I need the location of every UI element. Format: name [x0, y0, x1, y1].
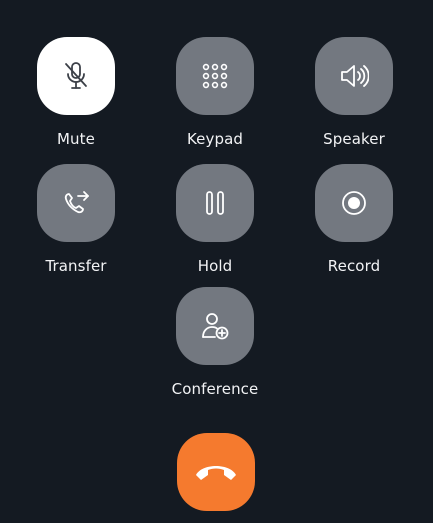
transfer-label: Transfer: [45, 257, 107, 275]
speaker-control: Speaker: [299, 37, 409, 148]
speaker-icon: [339, 63, 369, 89]
hang-up-icon: [194, 461, 238, 483]
hold-control: Hold: [160, 164, 270, 275]
mute-label: Mute: [57, 130, 95, 148]
mute-button[interactable]: [37, 37, 115, 115]
hold-label: Hold: [197, 257, 233, 275]
keypad-control: Keypad: [160, 37, 270, 148]
keypad-label: Keypad: [186, 130, 244, 148]
mic-off-icon: [63, 61, 89, 91]
transfer-control: Transfer: [21, 164, 131, 275]
record-control: Record: [299, 164, 409, 275]
pause-icon: [204, 190, 226, 216]
phone-transfer-icon: [61, 188, 91, 218]
conference-button[interactable]: [176, 287, 254, 365]
keypad-button[interactable]: [176, 37, 254, 115]
speaker-label: Speaker: [323, 130, 385, 148]
call-controls-screen: Mute Keypad Speaker Transfer Hold Record…: [0, 0, 433, 523]
record-label: Record: [327, 257, 381, 275]
record-icon: [341, 190, 367, 216]
add-person-icon: [200, 311, 230, 341]
conference-label: Conference: [171, 380, 259, 398]
hold-button[interactable]: [176, 164, 254, 242]
end-call-button[interactable]: [177, 433, 255, 511]
mute-control: Mute: [21, 37, 131, 148]
conference-control: Conference: [160, 287, 270, 398]
speaker-button[interactable]: [315, 37, 393, 115]
keypad-icon: [201, 62, 229, 90]
record-button[interactable]: [315, 164, 393, 242]
transfer-button[interactable]: [37, 164, 115, 242]
